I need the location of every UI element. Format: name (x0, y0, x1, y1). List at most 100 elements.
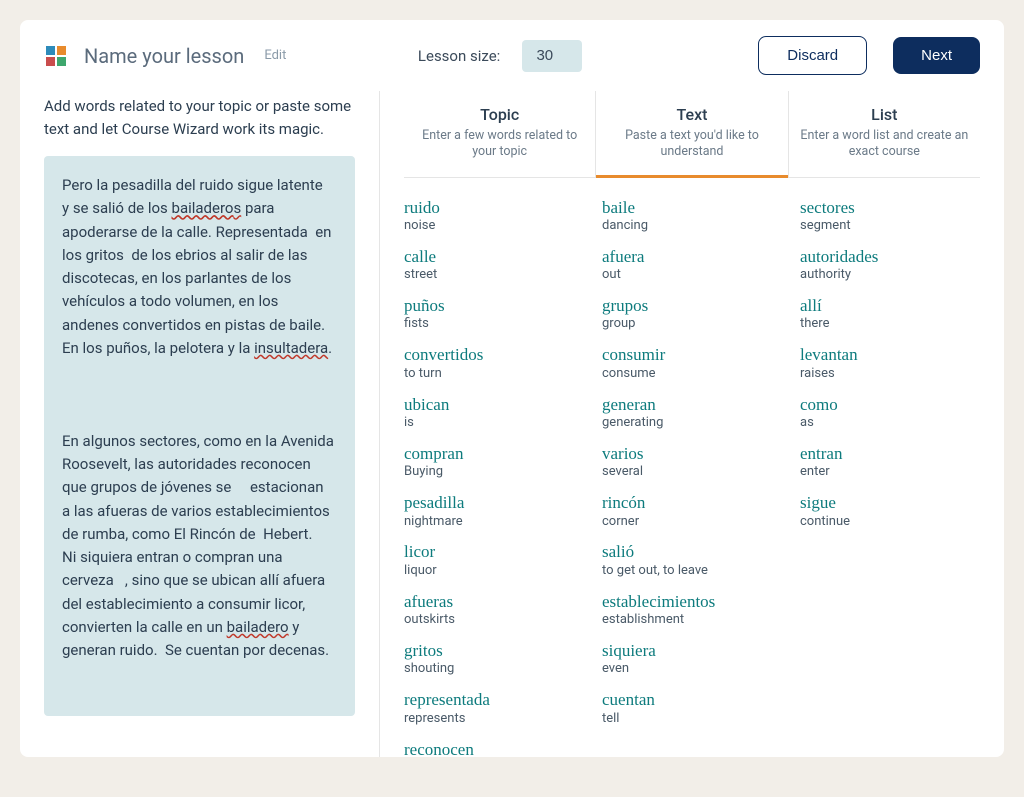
word-column-1: ruidonoise callestreet puñosfists convertid… (404, 198, 584, 738)
tab-title: List (797, 105, 972, 124)
word-spanish: autoridades (800, 247, 980, 267)
word-spanish: baile (602, 198, 782, 218)
header: Name your lesson Edit Lesson size: Disca… (20, 20, 1004, 91)
word-item[interactable]: siguecontinue (800, 493, 980, 530)
app-logo-icon (44, 44, 68, 68)
word-spanish: rincón (602, 493, 782, 513)
word-english: generating (602, 415, 782, 432)
word-spanish: ubican (404, 395, 584, 415)
word-item[interactable]: ruidonoise (404, 198, 584, 235)
word-english: even (602, 661, 782, 678)
word-spanish: gritos (404, 641, 584, 661)
word-item[interactable]: gruposgroup (602, 296, 782, 333)
word-item[interactable]: establecimientosestablishment (602, 592, 782, 629)
lesson-name-label[interactable]: Name your lesson (84, 44, 244, 68)
word-item[interactable]: consumirconsume (602, 345, 782, 382)
word-spanish: siquiera (602, 641, 782, 661)
word-english: authority (800, 267, 980, 284)
edit-link[interactable]: Edit (264, 48, 286, 63)
word-item[interactable]: rincóncorner (602, 493, 782, 530)
word-spanish: ruido (404, 198, 584, 218)
word-english: corner (602, 514, 782, 531)
word-item[interactable]: cuentantell (602, 690, 782, 727)
word-english: nightmare (404, 514, 584, 531)
word-item[interactable]: entranenter (800, 444, 980, 481)
word-item[interactable]: levantanraises (800, 345, 980, 382)
word-spanish: sigue (800, 493, 980, 513)
word-spanish: afueras (404, 592, 584, 612)
word-english: there (800, 316, 980, 333)
word-item[interactable]: reconocenadmit (404, 740, 584, 757)
word-english: Buying (404, 464, 584, 481)
lesson-size-input[interactable] (522, 40, 582, 72)
word-english: segment (800, 218, 980, 235)
word-item[interactable]: sectoressegment (800, 198, 980, 235)
instruction-text: Add words related to your topic or paste… (44, 95, 355, 140)
tab-title: Text (604, 105, 779, 124)
word-item[interactable]: ubicanis (404, 395, 584, 432)
tab-text[interactable]: Text Paste a text you'd like to understan… (595, 91, 787, 177)
word-item[interactable]: bailedancing (602, 198, 782, 235)
word-item[interactable]: generangenerating (602, 395, 782, 432)
word-english: raises (800, 366, 980, 383)
lesson-size-label: Lesson size: (418, 47, 500, 65)
word-english: liquor (404, 563, 584, 580)
tabs: TopicEnter a few words related to your t… (404, 91, 980, 178)
word-english: enter (800, 464, 980, 481)
word-item[interactable]: pesadillanightmare (404, 493, 584, 530)
word-english: as (800, 415, 980, 432)
word-english: consume (602, 366, 782, 383)
discard-button[interactable]: Discard (758, 36, 867, 75)
word-item[interactable]: callestreet (404, 247, 584, 284)
word-item[interactable]: variosseveral (602, 444, 782, 481)
word-spanish: varios (602, 444, 782, 464)
word-spanish: generan (602, 395, 782, 415)
word-spanish: entran (800, 444, 980, 464)
tab-list[interactable]: List Enter a word list and create an exac… (788, 91, 980, 177)
word-english: several (602, 464, 782, 481)
word-spanish: levantan (800, 345, 980, 365)
word-english: tell (602, 711, 782, 728)
text-input-area[interactable]: Pero la pesadilla del ruido sigue latent… (44, 156, 355, 716)
word-spanish: licor (404, 542, 584, 562)
word-item[interactable]: puñosfists (404, 296, 584, 333)
word-spanish: consumir (602, 345, 782, 365)
next-button[interactable]: Next (893, 37, 980, 74)
word-english: represents (404, 711, 584, 728)
word-spanish: establecimientos (602, 592, 782, 612)
word-item[interactable]: licorliquor (404, 542, 584, 579)
word-item[interactable]: afueraout (602, 247, 782, 284)
word-english: is (404, 415, 584, 432)
word-column-2: bailedancing afueraout gruposgroup consumir… (602, 198, 782, 738)
word-english: out (602, 267, 782, 284)
word-item[interactable]: compranBuying (404, 444, 584, 481)
word-english: establishment (602, 612, 782, 629)
word-english: group (602, 316, 782, 333)
tab-subtitle: Enter a few words related to your topic (412, 128, 587, 161)
word-item[interactable]: afuerasoutskirts (404, 592, 584, 629)
tab-topic[interactable]: TopicEnter a few words related to your t… (404, 91, 595, 177)
word-spanish: como (800, 395, 980, 415)
left-panel: Add words related to your topic or paste… (20, 91, 380, 757)
word-spanish: pesadilla (404, 493, 584, 513)
word-english: noise (404, 218, 584, 235)
word-english: to get out, to leave (602, 563, 782, 580)
word-english: continue (800, 514, 980, 531)
word-item[interactable]: autoridadesauthority (800, 247, 980, 284)
word-english: shouting (404, 661, 584, 678)
tab-subtitle: Enter a word list and create an exact co… (797, 128, 972, 161)
word-item[interactable]: representadarepresents (404, 690, 584, 727)
word-item[interactable]: gritosshouting (404, 641, 584, 678)
word-english: to turn (404, 366, 584, 383)
word-item[interactable]: salióto get out, to leave (602, 542, 782, 579)
right-panel: TopicEnter a few words related to your t… (380, 91, 1004, 757)
word-spanish: afuera (602, 247, 782, 267)
word-item[interactable]: convertidosto turn (404, 345, 584, 382)
word-item[interactable]: comoas (800, 395, 980, 432)
word-item[interactable]: siquieraeven (602, 641, 782, 678)
body: Add words related to your topic or paste… (20, 91, 1004, 757)
tab-subtitle: Paste a text you'd like to understand (604, 128, 779, 161)
main-container: Name your lesson Edit Lesson size: Disca… (20, 20, 1004, 757)
word-english: outskirts (404, 612, 584, 629)
word-item[interactable]: allíthere (800, 296, 980, 333)
